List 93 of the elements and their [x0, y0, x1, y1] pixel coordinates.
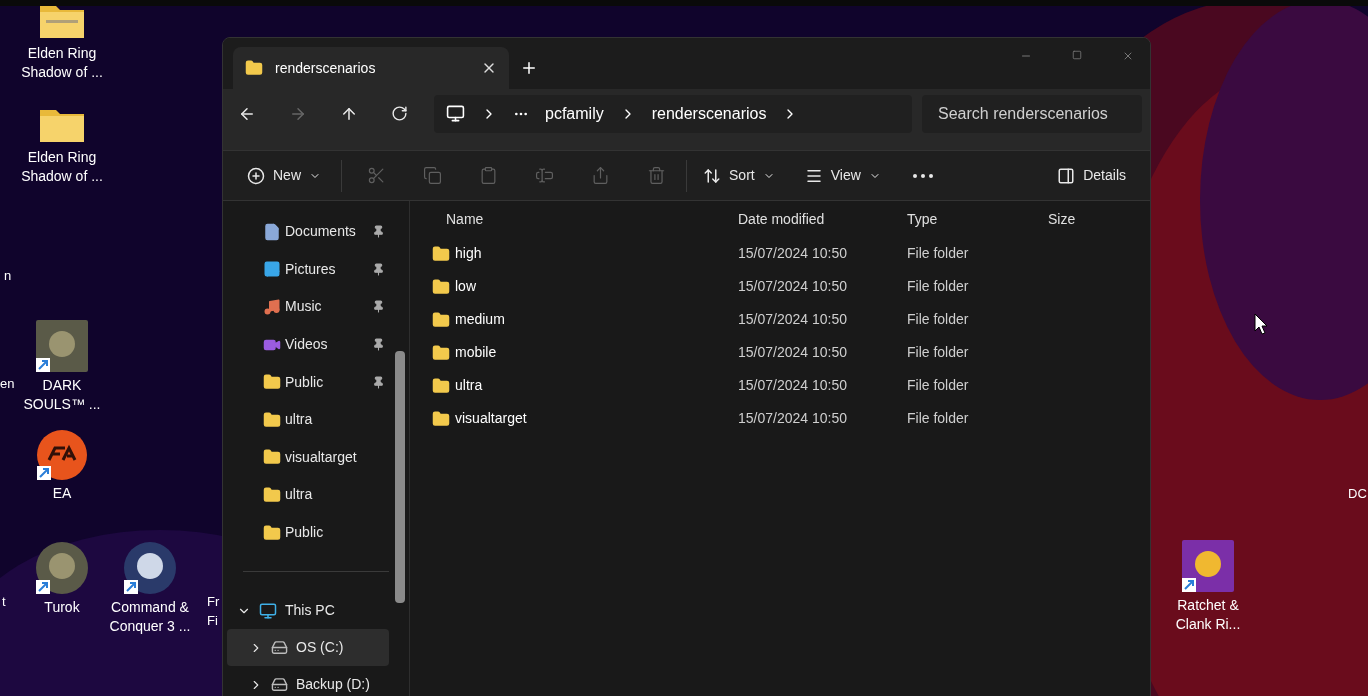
address-bar[interactable]: pcfamily renderscenarios [434, 94, 912, 133]
scissors-icon [366, 166, 386, 185]
ellipsis-icon [912, 173, 933, 178]
maximize-icon[interactable] [1072, 50, 1082, 60]
table-cell-text: File folder [907, 343, 970, 362]
sidebar-item[interactable]: Public [223, 513, 409, 552]
file-row[interactable]: low 15/07/2024 10:50 File folder [410, 270, 1150, 303]
folder-icon [432, 343, 450, 362]
sidebar-item[interactable]: Documents [223, 213, 409, 251]
folder-icon [263, 523, 281, 542]
folder-icon [432, 376, 450, 395]
table-cell-text: 15/07/2024 10:50 [738, 376, 848, 395]
sidebar-item[interactable]: OS (C:) [227, 629, 389, 667]
sidebar-item[interactable]: Music [223, 288, 409, 326]
panel-icon [1057, 166, 1076, 185]
folder-icon [263, 373, 281, 392]
folder-icon [432, 310, 450, 329]
documents-icon [263, 222, 281, 241]
trash-icon [646, 166, 666, 185]
file-row[interactable]: ultra 15/07/2024 10:50 File folder [410, 369, 1150, 402]
column-header[interactable]: Size [1048, 208, 1128, 230]
sidebar-item[interactable]: This PC [223, 592, 409, 630]
icon-label: DC [1348, 485, 1367, 503]
icon-label: n [4, 267, 12, 285]
folder-icon [263, 448, 281, 467]
sort-button[interactable]: Sort [695, 157, 783, 194]
folder-icon [263, 485, 281, 504]
game-icon [36, 320, 88, 372]
folder-icon [432, 409, 450, 428]
search-field[interactable]: Search renderscenarios [922, 94, 1142, 133]
drive-icon [271, 676, 288, 694]
table-cell-text: File folder [907, 310, 970, 329]
plus-icon [520, 59, 538, 77]
icon-label: en [0, 375, 15, 393]
folder-icon [432, 277, 450, 296]
sort-icon [703, 166, 721, 185]
app-icon [37, 430, 87, 480]
copy-icon [422, 166, 442, 185]
table-cell-text: 15/07/2024 10:50 [738, 244, 848, 263]
breadcrumb-item[interactable]: pcfamily [545, 101, 604, 126]
file-name: medium [455, 310, 505, 329]
column-header[interactable]: Date modified [738, 208, 907, 230]
sidebar-item[interactable]: visualtarget [223, 438, 409, 477]
tab[interactable]: renderscenarios [233, 47, 509, 89]
sidebar-item[interactable]: ultra [223, 476, 409, 514]
icon-label: Fr Fi [207, 593, 221, 630]
file-name: visualtarget [455, 409, 527, 428]
file-row[interactable]: mobile 15/07/2024 10:50 File folder [410, 336, 1150, 369]
sidebar-item[interactable]: Pictures [223, 250, 409, 289]
table-cell-text: 15/07/2024 10:50 [738, 343, 848, 362]
file-row[interactable]: medium 15/07/2024 10:50 File folder [410, 303, 1150, 336]
icon-label[interactable]: Elden Ring Shadow of ... [16, 44, 108, 82]
monitor-icon [446, 104, 465, 123]
plus-icon [247, 166, 265, 185]
file-name: low [455, 277, 476, 296]
drive-icon [271, 639, 288, 657]
column-header[interactable]: Type [907, 208, 1048, 230]
file-name: ultra [455, 376, 483, 395]
file-row[interactable]: high 15/07/2024 10:50 File folder [410, 237, 1150, 270]
sidebar-item[interactable]: Videos [223, 325, 409, 364]
text-cursor-icon [534, 166, 554, 185]
scrollbar[interactable] [395, 351, 405, 603]
folder-icon [432, 244, 450, 263]
folder-icon [263, 410, 281, 429]
table-cell-text: 15/07/2024 10:50 [738, 409, 848, 428]
table-cell-text: 15/07/2024 10:50 [738, 310, 848, 329]
sidebar-item[interactable]: ultra [223, 400, 409, 439]
sidebar-item[interactable]: Backup (D:) [227, 666, 389, 696]
music-icon [263, 298, 281, 316]
monitor-icon [259, 601, 277, 620]
file-name: mobile [455, 343, 497, 362]
new-button[interactable]: New [239, 157, 329, 194]
table-cell-text: 15/07/2024 10:50 [738, 277, 848, 296]
icon-label[interactable]: DARK SOULS™ ... [16, 376, 108, 414]
icon-label[interactable]: Ratchet & Clank Ri... [1162, 596, 1254, 634]
sidebar-item[interactable]: Public [223, 363, 409, 401]
game-icon [1182, 540, 1234, 592]
table-cell-text: File folder [907, 277, 970, 296]
breadcrumb-item[interactable]: renderscenarios [651, 101, 767, 126]
icon-label: t [2, 593, 6, 611]
file-row[interactable]: visualtarget 15/07/2024 10:50 File folder [410, 402, 1150, 435]
icon-label[interactable]: Elden Ring Shadow of ... [16, 148, 108, 186]
table-cell-text: File folder [907, 244, 970, 263]
view-button[interactable]: View [796, 157, 889, 194]
column-header[interactable]: Name [446, 208, 738, 230]
folder-icon [245, 59, 263, 77]
table-cell-text: File folder [907, 409, 970, 428]
table-cell-text: File folder [907, 376, 970, 395]
refresh-icon[interactable] [391, 105, 408, 122]
details-button[interactable]: Details [1049, 157, 1134, 194]
mouse-cursor [1254, 313, 1268, 335]
icon-label[interactable]: EA [16, 484, 108, 503]
file-name: high [455, 244, 482, 263]
